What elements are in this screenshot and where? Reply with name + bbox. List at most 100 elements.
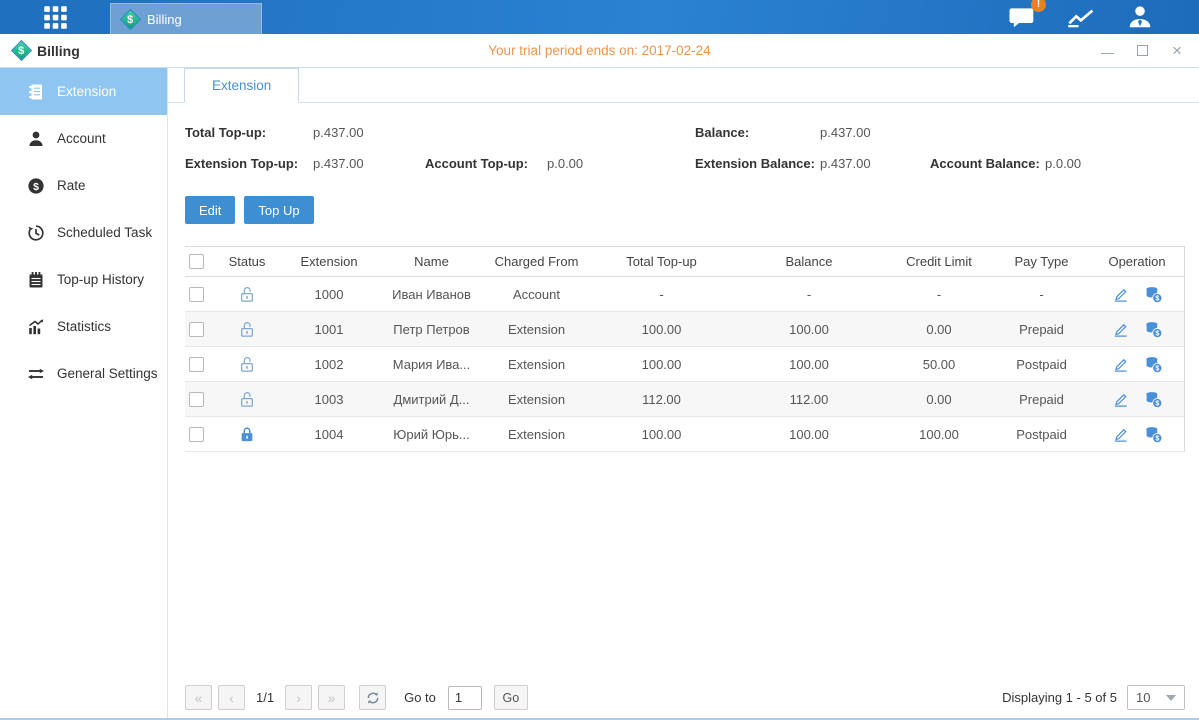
tab-extension[interactable]: Extension	[184, 68, 299, 103]
table-body: 1000 Иван Иванов Account - - - -	[185, 277, 1184, 452]
sidebar-item-label: Rate	[57, 178, 86, 193]
edit-row-button[interactable]	[1112, 286, 1129, 303]
billing-app-tab[interactable]: $ Billing	[110, 3, 262, 34]
refresh-button[interactable]	[359, 685, 386, 710]
sidebar-item-general-settings[interactable]: General Settings	[0, 350, 167, 397]
lock-closed-icon	[239, 425, 255, 444]
tab-strip: Extension	[168, 68, 1199, 103]
account-balance-label: Account Balance:	[930, 156, 1045, 171]
go-button[interactable]: Go	[494, 685, 528, 710]
column-header-name: Name	[379, 254, 484, 269]
balance: -	[734, 287, 884, 302]
sidebar-item-scheduled-task[interactable]: Scheduled Task	[0, 209, 167, 256]
extension-number: 1001	[279, 322, 379, 337]
svg-text:$: $	[1155, 399, 1159, 407]
select-all-checkbox[interactable]	[189, 254, 204, 269]
app-launcher-button[interactable]	[0, 0, 110, 34]
edit-row-button[interactable]	[1112, 321, 1129, 338]
extension-balance-label: Extension Balance:	[695, 156, 820, 171]
prev-page-button[interactable]: ‹	[218, 685, 245, 710]
edit-button[interactable]: Edit	[185, 196, 235, 224]
page-size-select[interactable]: 10	[1127, 685, 1185, 710]
sliders-icon	[27, 365, 45, 383]
extension-name: Юрий Юрь...	[379, 427, 484, 442]
minimize-icon	[1101, 53, 1114, 55]
goto-label: Go to	[404, 690, 436, 705]
extension-number: 1004	[279, 427, 379, 442]
total-topup: 112.00	[589, 392, 734, 407]
sidebar-item-label: Account	[57, 131, 106, 146]
maximize-icon	[1137, 45, 1148, 56]
pencil-icon	[1112, 356, 1129, 373]
pay-type: Prepaid	[994, 322, 1089, 337]
sidebar-item-statistics[interactable]: Statistics	[0, 303, 167, 350]
edit-row-button[interactable]	[1112, 356, 1129, 373]
pay-type: Postpaid	[994, 357, 1089, 372]
window-title-bar: $ Billing Your trial period ends on: 201…	[0, 34, 1199, 68]
maximize-button[interactable]	[1134, 43, 1150, 59]
page-size-value: 10	[1136, 690, 1150, 705]
refresh-icon	[366, 691, 380, 705]
dollar-circle-icon: $	[27, 177, 45, 195]
edit-row-button[interactable]	[1112, 426, 1129, 443]
pagination-bar: « ‹ 1/1 › » Go to Go Displaying	[185, 685, 1185, 710]
page-indicator: 1/1	[256, 690, 274, 705]
top-up-row-button[interactable]: $	[1144, 425, 1163, 444]
top-up-row-button[interactable]: $	[1144, 285, 1163, 304]
next-page-button[interactable]: ›	[285, 685, 312, 710]
main-content: Extension Total Top-up: p.437.00 Extensi…	[168, 68, 1199, 720]
edit-row-button[interactable]	[1112, 391, 1129, 408]
extension-name: Иван Иванов	[379, 287, 484, 302]
lock-open-icon	[239, 320, 255, 339]
first-page-button[interactable]: «	[185, 685, 212, 710]
statistics-button[interactable]	[1067, 5, 1097, 30]
svg-text:$: $	[33, 180, 39, 192]
sidebar-item-rate[interactable]: $ Rate	[0, 162, 167, 209]
user-account-button[interactable]	[1127, 4, 1153, 30]
column-header-credit-limit: Credit Limit	[884, 254, 994, 269]
goto-page-input[interactable]	[448, 686, 482, 710]
last-page-button[interactable]: »	[318, 685, 345, 710]
user-icon	[1127, 4, 1153, 30]
billing-dollar-diamond-icon: $	[120, 8, 141, 29]
top-up-row-button[interactable]: $	[1144, 355, 1163, 374]
credit-limit: 0.00	[884, 392, 994, 407]
table-row: 1004 Юрий Юрь... Extension 100.00 100.00…	[185, 417, 1184, 452]
minimize-button[interactable]	[1099, 43, 1115, 59]
table-header: Status Extension Name Charged From Total…	[185, 246, 1184, 277]
coins-dollar-icon: $	[1144, 355, 1163, 374]
top-up-row-button[interactable]: $	[1144, 320, 1163, 339]
column-header-balance: Balance	[734, 254, 884, 269]
top-bar: $ Billing !	[0, 0, 1199, 34]
apps-grid-icon	[42, 4, 69, 31]
top-up-button[interactable]: Top Up	[244, 196, 313, 224]
row-checkbox[interactable]	[189, 357, 204, 372]
row-checkbox[interactable]	[189, 427, 204, 442]
row-checkbox[interactable]	[189, 287, 204, 302]
lock-open-icon	[239, 285, 255, 304]
pay-type: Prepaid	[994, 392, 1089, 407]
sidebar-item-account[interactable]: Account	[0, 115, 167, 162]
lock-open-icon	[239, 390, 255, 409]
sidebar-item-label: Top-up History	[57, 272, 144, 287]
billing-app-window: $ Billing !	[0, 0, 1199, 720]
messages-button[interactable]: !	[1008, 4, 1037, 30]
total-topup: -	[589, 287, 734, 302]
extension-number: 1002	[279, 357, 379, 372]
sidebar-item-label: General Settings	[57, 366, 158, 381]
row-checkbox[interactable]	[189, 322, 204, 337]
lock-open-icon	[239, 355, 255, 374]
extension-topup-value: p.437.00	[313, 156, 425, 171]
sidebar-item-extension[interactable]: Extension	[0, 68, 167, 115]
credit-limit: 100.00	[884, 427, 994, 442]
column-header-status: Status	[215, 254, 279, 269]
charged-from: Extension	[484, 322, 589, 337]
close-button[interactable]: ×	[1169, 43, 1185, 59]
top-up-row-button[interactable]: $	[1144, 390, 1163, 409]
sidebar-item-topup-history[interactable]: Top-up History	[0, 256, 167, 303]
sidebar-item-label: Extension	[57, 84, 116, 99]
row-checkbox[interactable]	[189, 392, 204, 407]
table-row: 1001 Петр Петров Extension 100.00 100.00…	[185, 312, 1184, 347]
billing-dollar-diamond-icon: $	[11, 40, 32, 61]
extension-topup-label: Extension Top-up:	[185, 156, 313, 171]
